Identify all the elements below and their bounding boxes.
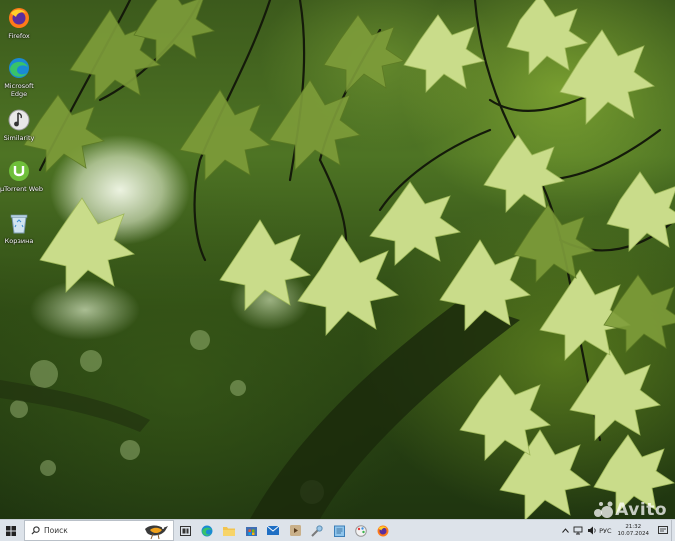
show-hidden-icons-button[interactable] [559, 520, 571, 541]
store-icon [245, 527, 257, 536]
desktop-icon-similarity[interactable]: Similarity [0, 107, 38, 142]
taskbar-file-explorer-button[interactable] [218, 520, 240, 541]
taskbar-firefox-button[interactable] [372, 520, 394, 541]
notifications-button[interactable] [655, 520, 671, 541]
clock[interactable]: 21:32 10.07.2024 [618, 524, 650, 538]
taskbar-paint-button[interactable] [350, 520, 372, 541]
desktop-wallpaper: Firefox Microsoft Edge Similarity µTorre… [0, 0, 675, 519]
clock-time: 21:32 [625, 523, 642, 530]
taskbar-tools-button[interactable] [306, 520, 328, 541]
utorrent-icon [6, 158, 32, 184]
taskbar-mail-button[interactable] [262, 520, 284, 541]
search-box[interactable]: Поиск [24, 520, 174, 541]
task-view-icon [179, 525, 191, 536]
chevron-up-icon [561, 528, 569, 533]
desktop-icon-label: µTorrent Web [0, 185, 43, 193]
volume-button[interactable] [585, 520, 599, 541]
taskbar-media-button[interactable] [284, 520, 306, 541]
task-view-button[interactable] [174, 520, 196, 541]
search-placeholder: Поиск [44, 526, 68, 535]
desktop-icon-firefox[interactable]: Firefox [0, 5, 38, 40]
taskbar: Поиск РУС 21:32 10.07.2024 [0, 519, 675, 541]
maple-leaves [23, 0, 675, 519]
taskbar-store-button[interactable] [240, 520, 262, 541]
network-icon [573, 526, 583, 535]
notifications-icon [658, 526, 668, 534]
desktop-icon-edge[interactable]: Microsoft Edge [0, 55, 38, 98]
windows-logo-icon [6, 525, 16, 536]
notepad-icon [333, 525, 345, 537]
network-button[interactable] [571, 520, 585, 541]
desktop-icon-label: Корзина [4, 237, 34, 245]
show-desktop-button[interactable] [671, 520, 675, 541]
desktop-icon-recycle-bin[interactable]: Корзина [0, 210, 38, 245]
edge-icon [201, 525, 213, 536]
system-tray: РУС 21:32 10.07.2024 [559, 520, 675, 541]
mail-icon [267, 526, 279, 535]
paint-icon [355, 524, 367, 537]
search-highlight-bird-icon [145, 525, 168, 540]
desktop-icon-label: Similarity [3, 134, 35, 142]
desktop-icon-label: Firefox [8, 32, 30, 40]
firefox-icon [6, 5, 32, 31]
similarity-icon [6, 107, 32, 133]
language-indicator[interactable]: РУС [599, 527, 611, 535]
tools-icon [311, 524, 323, 537]
speaker-icon [588, 526, 596, 535]
avito-watermark: Avito [593, 500, 667, 519]
edge-icon [6, 55, 32, 81]
taskbar-edge-button[interactable] [196, 520, 218, 541]
avito-logo-icon [594, 501, 614, 518]
desktop-icon-utorrent[interactable]: µTorrent Web [0, 158, 43, 193]
desktop-icon-label: Microsoft Edge [4, 82, 34, 98]
firefox-icon [377, 525, 389, 536]
start-button[interactable] [0, 520, 22, 541]
media-icon [289, 525, 301, 536]
clock-date: 10.07.2024 [617, 530, 650, 537]
file-explorer-icon [223, 526, 235, 536]
taskbar-notepad-button[interactable] [328, 520, 350, 541]
search-icon [31, 526, 40, 535]
recycle-bin-icon [6, 210, 32, 236]
avito-watermark-text: Avito [615, 500, 667, 519]
